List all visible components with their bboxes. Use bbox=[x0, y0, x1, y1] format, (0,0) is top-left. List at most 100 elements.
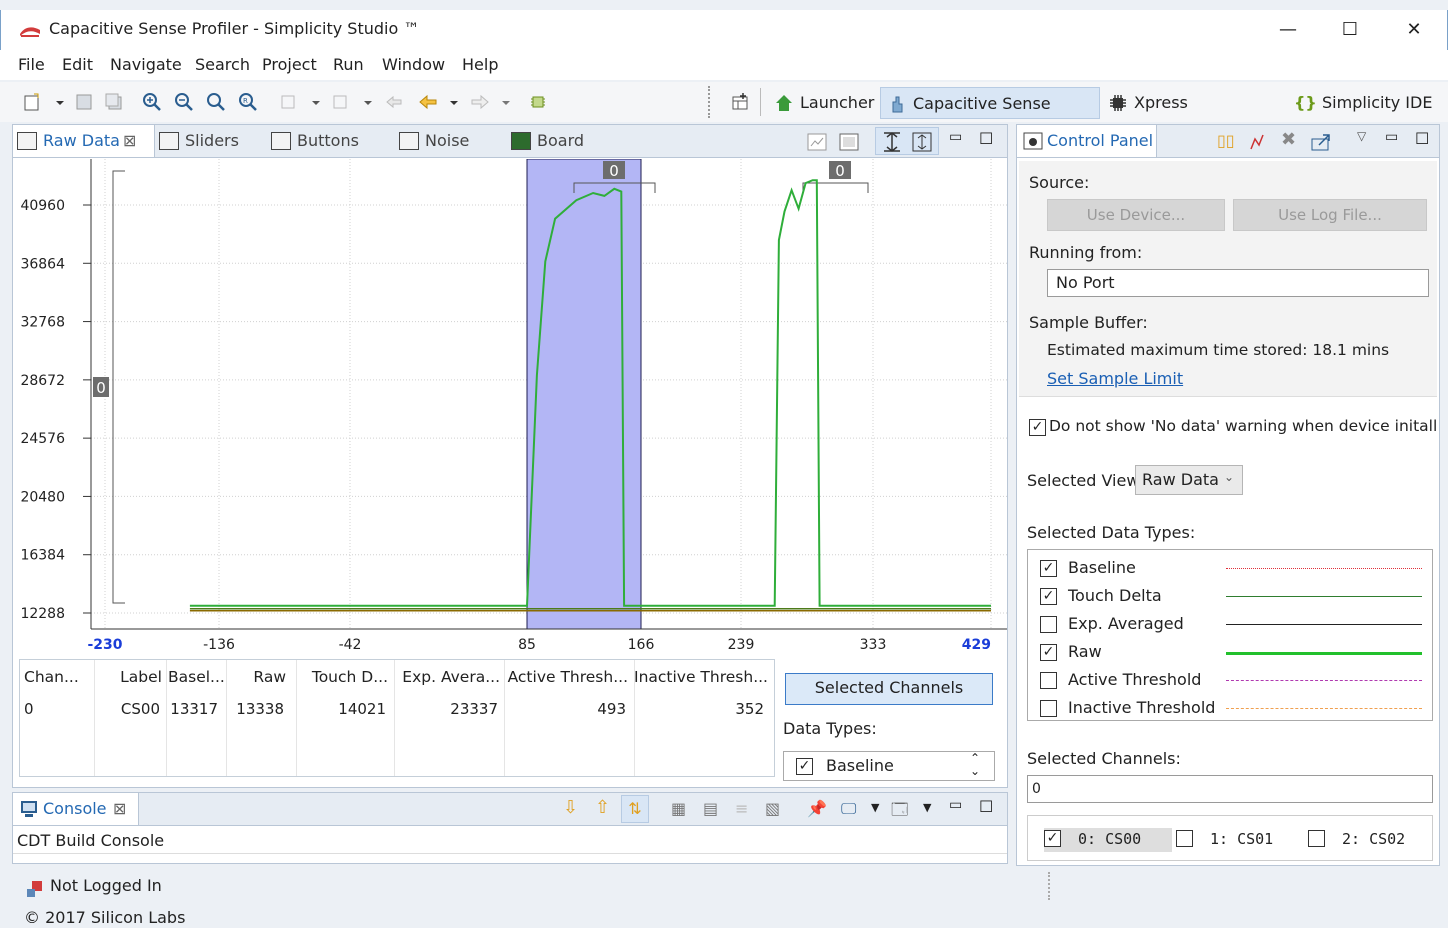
menu-help[interactable]: Help bbox=[462, 55, 498, 74]
dropdown-icon[interactable] bbox=[358, 92, 378, 112]
channel-item[interactable]: 1: CS01 bbox=[1176, 828, 1304, 852]
selected-view-dropdown[interactable]: Raw Data ⌄ bbox=[1135, 465, 1243, 495]
tab-buttons[interactable]: Buttons bbox=[267, 125, 393, 157]
graph-icon[interactable] bbox=[1249, 133, 1269, 151]
column-header[interactable]: Touch D... bbox=[296, 668, 392, 686]
column-header[interactable]: Raw bbox=[226, 668, 290, 686]
menu-window[interactable]: Window bbox=[382, 55, 445, 74]
zoom-out-icon[interactable] bbox=[174, 92, 194, 112]
selected-channels-field[interactable]: 0 bbox=[1027, 775, 1433, 803]
dropdown-icon[interactable] bbox=[496, 92, 516, 112]
menu-run[interactable]: Run bbox=[333, 55, 364, 74]
view-menu-icon[interactable]: ▽ bbox=[1357, 129, 1366, 143]
word-wrap-icon[interactable]: ≡ bbox=[735, 799, 748, 818]
clear-console-icon[interactable]: ▧ bbox=[765, 799, 780, 818]
menu-project[interactable]: Project bbox=[262, 55, 317, 74]
close-tab-icon[interactable]: ⊠ bbox=[123, 125, 136, 157]
scroll-up-icon[interactable]: ⇧ bbox=[595, 797, 610, 818]
column-header[interactable]: Label bbox=[96, 668, 166, 686]
tab-noise[interactable]: Noise bbox=[395, 125, 505, 157]
last-edit-icon[interactable] bbox=[384, 92, 404, 112]
perspective-simplicity-ide[interactable]: {} Simplicity IDE bbox=[1290, 87, 1436, 119]
running-from-field[interactable]: No Port bbox=[1047, 269, 1429, 297]
data-type-checkbox[interactable] bbox=[1040, 616, 1057, 633]
console-option-icon[interactable]: ▤ bbox=[703, 799, 718, 818]
raw-data-chart[interactable]: 40960 36864 32768 28672 24576 20480 16384 12288… bbox=[13, 159, 1007, 655]
minimize-button[interactable]: — bbox=[1265, 14, 1311, 46]
zoom-in-icon[interactable] bbox=[142, 92, 162, 112]
dropdown-icon[interactable]: ▼ bbox=[871, 801, 879, 814]
data-type-checkbox[interactable] bbox=[1040, 672, 1057, 689]
data-type-checkbox[interactable]: ✓ bbox=[1040, 588, 1057, 605]
maximize-button[interactable]: ☐ bbox=[1327, 14, 1373, 46]
channel-item[interactable]: ✓ 0: CS00 bbox=[1044, 828, 1172, 852]
scroll-down-icon[interactable]: ⇩ bbox=[563, 797, 578, 818]
perspective-launcher[interactable]: Launcher bbox=[770, 87, 874, 119]
build-icon[interactable] bbox=[278, 92, 298, 112]
window-view-icon[interactable] bbox=[839, 133, 859, 151]
menu-search[interactable]: Search bbox=[195, 55, 250, 74]
data-type-checkbox[interactable] bbox=[1040, 700, 1057, 717]
pin-console-icon[interactable]: 📌 bbox=[807, 799, 827, 818]
tab-board[interactable]: Board bbox=[507, 125, 617, 157]
maximize-view-button[interactable]: ☐ bbox=[979, 797, 993, 816]
save-icon[interactable] bbox=[74, 92, 94, 112]
data-type-checkbox[interactable]: ✓ bbox=[1040, 644, 1057, 661]
chip-icon[interactable] bbox=[528, 92, 548, 112]
minimize-view-button[interactable]: ▭ bbox=[949, 797, 962, 813]
tab-console[interactable]: Console ⊠ bbox=[13, 793, 139, 825]
close-button[interactable]: ✕ bbox=[1391, 14, 1437, 46]
minimize-view-button[interactable]: ▭ bbox=[949, 129, 962, 145]
pause-icon[interactable]: ▯▯ bbox=[1217, 131, 1235, 150]
fit-range-icon[interactable] bbox=[911, 131, 933, 153]
open-perspective-icon[interactable] bbox=[730, 92, 750, 112]
channel-checkbox[interactable]: ✓ bbox=[1044, 830, 1061, 847]
save-all-icon[interactable] bbox=[104, 92, 124, 112]
channel-checkbox[interactable] bbox=[1176, 830, 1193, 847]
use-device-button[interactable]: Use Device... bbox=[1047, 199, 1225, 231]
tab-sliders[interactable]: Sliders bbox=[155, 125, 267, 157]
clear-icon[interactable]: ✖ bbox=[1281, 129, 1296, 150]
login-status[interactable]: Not Logged In bbox=[50, 876, 162, 895]
debug-icon[interactable] bbox=[330, 92, 350, 112]
menu-edit[interactable]: Edit bbox=[62, 55, 93, 74]
scroll-lock-icon[interactable]: ⇅ bbox=[621, 795, 649, 823]
channel-checkbox[interactable] bbox=[1308, 830, 1325, 847]
column-header[interactable]: Active Thresh... bbox=[506, 668, 632, 686]
column-header[interactable]: Inactive Thresh... bbox=[634, 668, 770, 686]
dropdown-icon[interactable] bbox=[306, 92, 326, 112]
tab-raw-data[interactable]: Raw Data ⊠ bbox=[13, 125, 155, 157]
chart-view-icon[interactable] bbox=[807, 133, 827, 151]
display-console-icon[interactable]: 🖵 bbox=[841, 799, 856, 819]
export-icon[interactable] bbox=[1311, 133, 1333, 151]
menu-file[interactable]: File bbox=[18, 55, 45, 74]
minimize-view-button[interactable]: ▭ bbox=[1385, 129, 1398, 145]
use-log-file-button[interactable]: Use Log File... bbox=[1233, 199, 1427, 231]
data-type-checkbox[interactable]: ✓ bbox=[1040, 560, 1057, 577]
zoom-fit-icon[interactable] bbox=[206, 92, 226, 112]
tab-control-panel[interactable]: Control Panel bbox=[1017, 125, 1157, 157]
new-icon[interactable] bbox=[22, 92, 42, 112]
baseline-checkbox[interactable]: ✓ bbox=[796, 758, 813, 775]
channel-item[interactable]: 2: CS02 bbox=[1308, 828, 1436, 852]
maximize-view-button[interactable]: ☐ bbox=[1415, 129, 1429, 148]
dropdown-icon[interactable]: ▼ bbox=[923, 801, 931, 814]
menu-navigate[interactable]: Navigate bbox=[110, 55, 182, 74]
back-icon[interactable] bbox=[418, 92, 438, 112]
console-option-icon[interactable]: ▦ bbox=[671, 799, 686, 818]
zoom-reset-icon[interactable]: R bbox=[238, 92, 258, 112]
data-types-spinner[interactable]: ✓ Baseline ⌃ ⌄ bbox=[783, 751, 995, 781]
column-header[interactable]: Chan... bbox=[24, 668, 94, 686]
perspective-xpress-configurator[interactable]: Xpress Configurator bbox=[1104, 87, 1288, 144]
dropdown-icon[interactable] bbox=[50, 92, 70, 112]
column-header[interactable]: Basel... bbox=[168, 668, 225, 686]
no-data-warning-checkbox[interactable]: ✓ bbox=[1029, 419, 1046, 436]
spinner-arrows-icon[interactable]: ⌃ ⌄ bbox=[970, 752, 980, 778]
forward-icon[interactable] bbox=[470, 92, 490, 112]
autoscale-y-icon[interactable] bbox=[881, 131, 903, 153]
perspective-capacitive-sense-profiler[interactable]: Capacitive Sense Profiler bbox=[880, 87, 1100, 145]
new-console-icon[interactable]: 🗔 bbox=[891, 799, 908, 826]
dropdown-icon[interactable] bbox=[444, 92, 464, 112]
selected-channels-button[interactable]: Selected Channels bbox=[785, 673, 993, 705]
set-sample-limit-link[interactable]: Set Sample Limit bbox=[1047, 369, 1183, 388]
